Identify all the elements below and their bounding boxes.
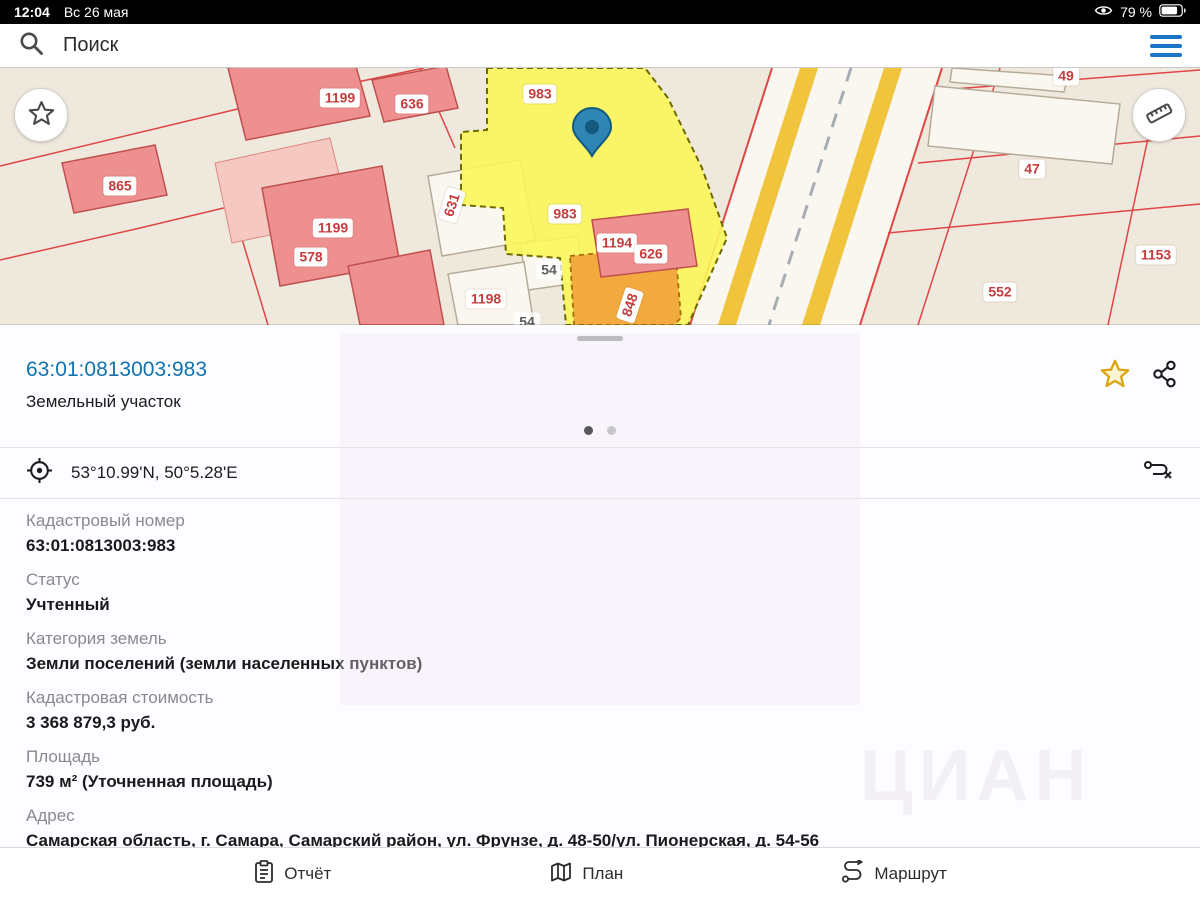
search-bar: [0, 24, 1200, 68]
field-cadastral-value: Кадастровая стоимость 3 368 879,3 руб.: [26, 688, 1174, 734]
parcel-label[interactable]: 1153: [1136, 246, 1176, 265]
parcel-label[interactable]: 1198: [466, 290, 506, 309]
share-button[interactable]: [1152, 360, 1178, 393]
field-status: Статус Учтенный: [26, 570, 1174, 616]
parcel-info-sheet: ЦИАН 63:01:0813003:983 Земельный участок…: [0, 325, 1200, 847]
search-input[interactable]: [61, 33, 1134, 58]
map-icon: [549, 861, 573, 888]
status-bar: 12:04 Вс 26 мая 79 %: [0, 0, 1200, 24]
favorites-map-button[interactable]: [14, 88, 68, 142]
clear-route-icon[interactable]: [1142, 457, 1174, 490]
menu-button[interactable]: [1150, 35, 1182, 57]
field-area: Площадь 739 м² (Уточненная площадь): [26, 747, 1174, 793]
status-date: Вс 26 мая: [64, 4, 129, 20]
field-address: Адрес Самарская область, г. Самара, Сама…: [26, 806, 1174, 847]
parcel-label[interactable]: 578: [294, 248, 327, 267]
star-outline-icon: [28, 100, 55, 131]
map-canvas: [0, 68, 1200, 325]
field-cadastral-number: Кадастровый номер 63:01:0813003:983: [26, 511, 1174, 557]
cadastral-map[interactable]: 1199 636 983 49 865 1199 578 631 983 119…: [0, 68, 1200, 325]
sheet-header: 63:01:0813003:983 Земельный участок: [0, 325, 1200, 435]
object-type-label: Земельный участок: [26, 391, 1174, 413]
eye-icon: [1094, 4, 1113, 20]
parcel-label[interactable]: 552: [983, 283, 1016, 302]
report-icon: [253, 860, 275, 889]
page-indicator: [26, 426, 1174, 435]
battery-percentage: 79 %: [1120, 4, 1152, 20]
parcel-label[interactable]: 626: [634, 245, 667, 264]
measure-button[interactable]: [1132, 88, 1186, 142]
parcel-label[interactable]: 1199: [313, 219, 353, 238]
page-dot-inactive: [607, 426, 616, 435]
parcel-label[interactable]: 54: [536, 261, 562, 280]
ruler-icon: [1143, 97, 1175, 134]
parcel-label[interactable]: 1194: [597, 234, 637, 253]
coordinates-value: 53°10.99'N, 50°5.28'E: [71, 463, 238, 483]
field-land-category: Категория земель Земли поселений (земли …: [26, 629, 1174, 675]
parcel-label[interactable]: 49: [1053, 68, 1079, 86]
clock: 12:04: [14, 4, 50, 20]
route-icon: [841, 860, 865, 889]
bottom-toolbar: Отчёт План Маршрут: [0, 847, 1200, 900]
parcel-attributes: Кадастровый номер 63:01:0813003:983 Стат…: [0, 499, 1200, 847]
parcel-label[interactable]: 865: [103, 177, 136, 196]
cadastral-number-link[interactable]: 63:01:0813003:983: [26, 357, 1174, 383]
report-button[interactable]: Отчёт: [253, 860, 331, 889]
parcel-label[interactable]: 983: [523, 85, 556, 104]
parcel-label[interactable]: 983: [548, 205, 581, 224]
parcel-label[interactable]: 636: [395, 95, 428, 114]
parcel-label[interactable]: 1199: [320, 89, 360, 108]
gps-crosshair-icon: [26, 457, 53, 489]
favorite-star-button[interactable]: [1100, 359, 1130, 393]
plan-button[interactable]: План: [549, 861, 623, 888]
search-icon: [18, 30, 45, 62]
route-button[interactable]: Маршрут: [841, 860, 946, 889]
page-dot-active: [584, 426, 593, 435]
parcel-label[interactable]: 54: [514, 313, 540, 326]
coordinates-row: 53°10.99'N, 50°5.28'E: [0, 448, 1200, 498]
parcel-label[interactable]: 47: [1019, 160, 1045, 179]
battery-icon: [1159, 4, 1186, 20]
